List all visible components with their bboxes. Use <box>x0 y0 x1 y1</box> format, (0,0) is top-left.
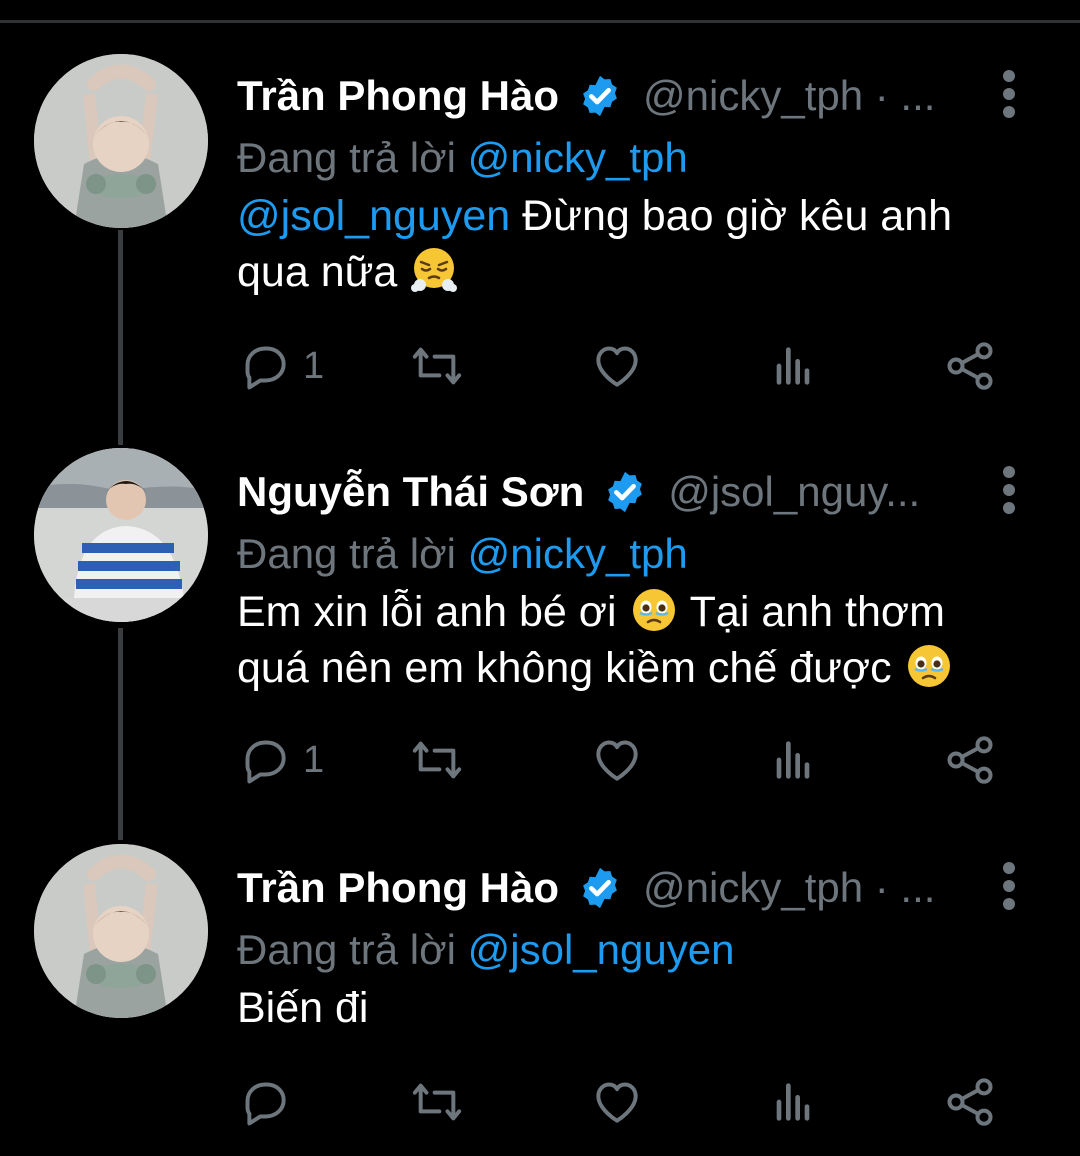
avatar[interactable] <box>34 844 208 1018</box>
tweet-header: Trần Phong Hào @nicky_tph · ... <box>237 66 977 126</box>
more-vertical-icon[interactable] <box>994 862 1024 910</box>
verified-badge-icon <box>583 867 617 909</box>
verified-badge-icon <box>583 75 617 117</box>
like-button[interactable] <box>589 728 645 792</box>
replying-to-label: Đang trả lời <box>237 530 456 577</box>
handle[interactable]: @nicky_tph · ... <box>643 72 935 120</box>
tweet-text: Biến đi <box>237 980 1037 1036</box>
share-button[interactable] <box>942 334 998 398</box>
like-icon <box>596 346 638 387</box>
text-segment: Tại anh thơm <box>678 588 945 636</box>
replying-to-mention[interactable]: @nicky_tph <box>468 134 688 181</box>
retweet-icon <box>412 1083 462 1121</box>
retweet-button[interactable] <box>409 1070 465 1134</box>
more-vertical-icon[interactable] <box>994 70 1024 118</box>
replying-to: Đang trả lời @jsol_nguyen <box>237 926 734 974</box>
handle[interactable]: @jsol_nguy... <box>668 468 920 516</box>
share-icon <box>947 1078 993 1126</box>
like-icon <box>596 1082 638 1123</box>
display-name[interactable]: Nguyễn Thái Sơn <box>237 468 584 516</box>
reply-button[interactable]: 1 <box>237 334 324 398</box>
tweet-text: @jsol_nguyen Đừng bao giờ kêu anh qua nữ… <box>237 188 1037 300</box>
huffing-face-emoji-icon <box>409 245 459 295</box>
display-name[interactable]: Trần Phong Hào <box>237 72 559 120</box>
share-icon <box>947 342 993 390</box>
reply-button[interactable]: 1 <box>237 728 324 792</box>
analytics-icon <box>776 741 810 779</box>
top-divider <box>0 20 1080 23</box>
share-button[interactable] <box>942 728 998 792</box>
text-mention[interactable]: @jsol_nguyen <box>237 192 510 240</box>
verified-badge-icon <box>608 471 643 513</box>
holding-back-tears-emoji-icon <box>904 641 954 691</box>
reply-icon <box>245 1082 286 1126</box>
replying-to: Đang trả lời @nicky_tph <box>237 530 688 578</box>
analytics-button[interactable] <box>765 334 821 398</box>
analytics-button[interactable] <box>765 1070 821 1134</box>
reply-icon <box>245 740 286 784</box>
handle[interactable]: @nicky_tph · ... <box>643 864 935 912</box>
reply-icon <box>245 346 286 390</box>
replying-to-mention[interactable]: @nicky_tph <box>468 530 688 577</box>
avatar[interactable] <box>34 448 208 622</box>
tweet-actions: 1 <box>237 334 1007 398</box>
tweet-text: Em xin lỗi anh bé ơi Tại anh thơm quá nê… <box>237 584 1037 696</box>
tweet-header: Trần Phong Hào @nicky_tph · ... <box>237 858 977 918</box>
holding-back-tears-emoji-icon <box>629 585 679 635</box>
retweet-button[interactable] <box>409 728 465 792</box>
text-segment: Biến đi <box>237 984 369 1032</box>
retweet-icon <box>412 347 462 385</box>
replying-to: Đang trả lời @nicky_tph <box>237 134 688 182</box>
tweet[interactable]: Nguyễn Thái Sơn @jsol_nguy... Đang trả l… <box>0 444 1080 804</box>
analytics-icon <box>776 347 810 385</box>
tweet[interactable]: Trần Phong Hào @nicky_tph · ... Đang trả… <box>0 840 1080 1156</box>
replying-to-mention[interactable]: @jsol_nguyen <box>468 926 735 973</box>
like-button[interactable] <box>589 1070 645 1134</box>
reply-count: 1 <box>303 738 325 781</box>
like-button[interactable] <box>589 334 645 398</box>
tweet-actions <box>237 1070 1007 1134</box>
analytics-button[interactable] <box>765 728 821 792</box>
retweet-icon <box>412 741 462 779</box>
tweet[interactable]: Trần Phong Hào @nicky_tph · ... Đang trả… <box>0 48 1080 408</box>
replying-to-label: Đang trả lời <box>237 926 456 973</box>
text-segment: Em xin lỗi anh bé ơi <box>237 588 629 636</box>
like-icon <box>596 740 638 781</box>
text-segment: qua nữa <box>237 248 410 296</box>
share-icon <box>947 736 993 784</box>
text-segment: quá nên em không kiềm chế được <box>237 644 904 692</box>
reply-button[interactable] <box>237 1070 293 1134</box>
tweet-header: Nguyễn Thái Sơn @jsol_nguy... <box>237 462 977 522</box>
reply-count: 1 <box>303 344 325 387</box>
avatar[interactable] <box>34 54 208 228</box>
retweet-button[interactable] <box>409 334 465 398</box>
share-button[interactable] <box>942 1070 998 1134</box>
replying-to-label: Đang trả lời <box>237 134 456 181</box>
text-segment: Đừng bao giờ kêu anh <box>510 192 953 240</box>
analytics-icon <box>776 1083 810 1121</box>
tweet-actions: 1 <box>237 728 1007 792</box>
display-name[interactable]: Trần Phong Hào <box>237 864 559 912</box>
more-vertical-icon[interactable] <box>994 466 1024 514</box>
